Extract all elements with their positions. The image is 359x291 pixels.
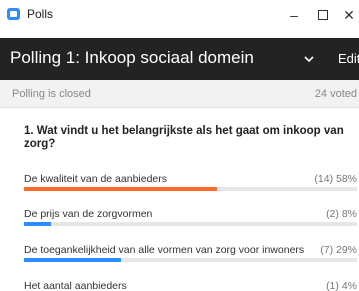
result-bar-track bbox=[24, 187, 357, 191]
question-text: 1. Wat vindt u het belangrijkste als het… bbox=[24, 125, 344, 150]
answer-result: (1) 4% bbox=[326, 280, 357, 291]
result-bar-fill bbox=[24, 258, 121, 262]
poll-title[interactable]: Polling 1: Inkoop sociaal domein bbox=[10, 48, 254, 68]
answer-label: De prijs van de zorgvormen bbox=[24, 208, 153, 220]
vote-count: 24 voted bbox=[314, 88, 357, 100]
maximize-button[interactable] bbox=[313, 5, 333, 25]
poll-status: Polling is closed bbox=[12, 88, 91, 100]
result-bar-track bbox=[24, 258, 357, 262]
answer-label: De kwaliteit van de aanbieders bbox=[24, 173, 168, 185]
maximize-icon bbox=[318, 10, 328, 20]
chevron-down-icon[interactable] bbox=[302, 52, 316, 66]
poll-status-bar: Polling is closed 24 voted bbox=[0, 80, 359, 108]
poll-header: Polling 1: Inkoop sociaal domein Edit bbox=[0, 38, 359, 80]
result-bar-fill bbox=[24, 187, 218, 191]
window-title: Polls bbox=[27, 7, 54, 21]
edit-button[interactable]: Edit bbox=[338, 51, 359, 66]
answer-label: De toegankelijkheid van alle vormen van … bbox=[24, 244, 305, 256]
title-bar[interactable]: Polls – ✕ bbox=[0, 0, 359, 30]
polls-window: Polls – ✕ Polling 1: Inkoop sociaal dome… bbox=[0, 0, 359, 291]
answer-result: (14) 58% bbox=[314, 173, 357, 185]
minimize-button[interactable]: – bbox=[284, 5, 304, 25]
answer-result: (7) 29% bbox=[320, 244, 357, 256]
result-bar-track bbox=[24, 222, 357, 226]
answer-result: (2) 8% bbox=[326, 208, 357, 220]
close-button[interactable]: ✕ bbox=[339, 5, 359, 25]
result-bar-fill bbox=[24, 222, 51, 226]
answer-label: Het aantal aanbieders bbox=[24, 280, 127, 291]
zoom-app-icon bbox=[7, 8, 20, 20]
